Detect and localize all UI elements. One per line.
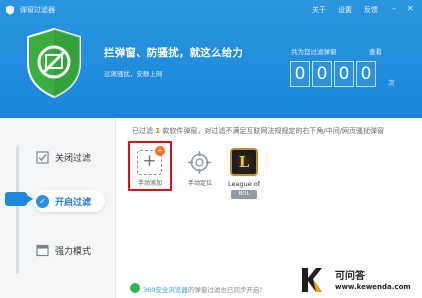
hero-subline: 远离骚扰，安静上网 [104,70,163,78]
sidebar: 关闭过滤 ✓ 开启过滤 强力模式 [0,118,116,298]
manual-locate-tile[interactable]: 手动定位 [178,146,222,202]
view-link[interactable]: 查看 [369,46,382,56]
app-status-tag[interactable]: BOL [231,190,257,199]
counter-unit: 次 [388,79,395,87]
app-logo-icon [6,5,14,15]
header-banner: 弹窗过滤器 关于 设置 反馈 – ✕ 拦弹窗、防骚扰，就这么给力 远离骚扰，安静… [0,0,422,118]
sidebar-item-strong-mode[interactable]: 强力模式 [36,240,91,260]
settings-link[interactable]: 设置 [338,5,352,15]
mode-rail [16,146,19,274]
mode-slider-handle[interactable] [5,192,33,206]
watermark-logo-icon [302,268,322,292]
counter-digit: 0 [290,61,310,87]
counter-label: 共为您过滤弹窗 [291,48,337,56]
counter-digit: 0 [334,61,354,87]
notice-prefix: 已过滤 [132,127,153,135]
close-button[interactable]: ✕ [407,4,414,14]
footer-text: 360安全浏览器的弹窗过滤也已同步开启！ [143,284,266,294]
counter-digit: 0 [312,61,332,87]
app-tile-league[interactable]: L League of BOL [225,146,269,202]
footer-message: 的弹窗过滤也已同步开启！ [187,286,266,294]
sidebar-item-label: 关闭过滤 [55,153,92,164]
browser-link[interactable]: 360安全浏览器 [143,286,188,294]
feedback-link[interactable]: 反馈 [364,5,378,15]
app-name: League of [228,180,261,188]
watermark-title: 可问答 [335,271,365,282]
highlight-box [128,141,172,191]
league-logo-glyph: L [238,153,250,171]
checkbox-icon [36,150,49,164]
filter-notice: 已过滤 1 款软件弹窗，对过滤不满足互联网法规规定的右下角/中间/网页骚扰弹窗 [132,126,384,136]
counter-digits: 0 0 0 0 [290,61,376,87]
crosshair-icon [188,151,211,174]
sidebar-item-label: 开启过滤 [55,197,92,208]
browser-icon [130,283,140,293]
sidebar-item-disable-filter[interactable]: 关闭过滤 [36,147,91,167]
sidebar-item-label: 强力模式 [55,246,92,257]
notice-count: 1 [155,127,161,135]
sidebar-item-enable-filter[interactable]: ✓ 开启过滤 [36,191,91,211]
watermark-url: www.kewenda.com [335,283,411,291]
window-icon [36,244,49,256]
about-link[interactable]: 关于 [312,5,326,15]
title-bar: 弹窗过滤器 关于 设置 反馈 – ✕ [0,0,422,20]
check-circle-icon: ✓ [36,194,49,208]
hero-headline: 拦弹窗、防骚扰，就这么给力 [104,47,244,59]
counter-digit: 0 [356,61,376,87]
watermark: 可问答 www.kewenda.com [295,262,422,298]
minimize-button[interactable]: – [392,4,396,14]
shield-icon [27,27,81,99]
notice-suffix: 款软件弹窗，对过滤不满足互联网法规规定的右下角/中间/网页骚扰弹窗 [162,127,385,135]
manual-locate-label: 手动定位 [187,180,212,187]
league-app-icon: L [230,148,258,176]
app-title: 弹窗过滤器 [20,6,55,14]
